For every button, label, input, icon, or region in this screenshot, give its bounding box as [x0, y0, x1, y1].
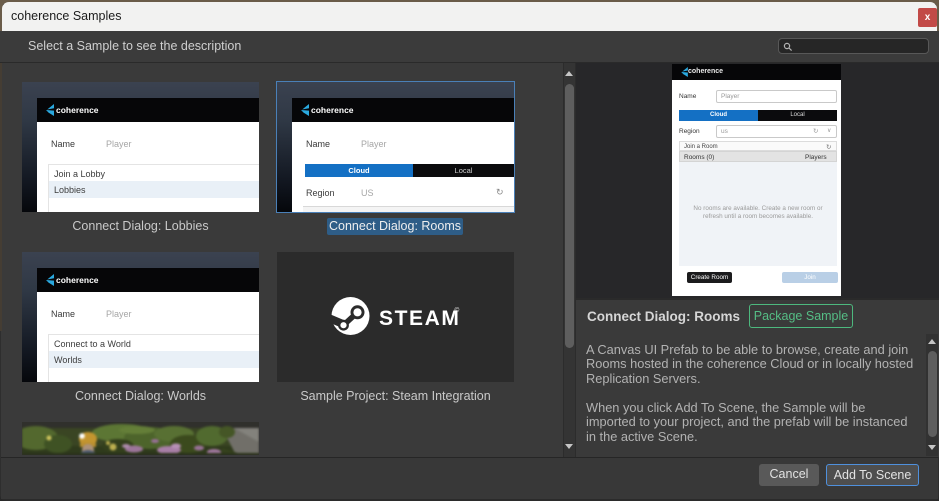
svg-text:STEAM: STEAM	[379, 307, 461, 330]
svg-text:©: ©	[455, 306, 460, 314]
